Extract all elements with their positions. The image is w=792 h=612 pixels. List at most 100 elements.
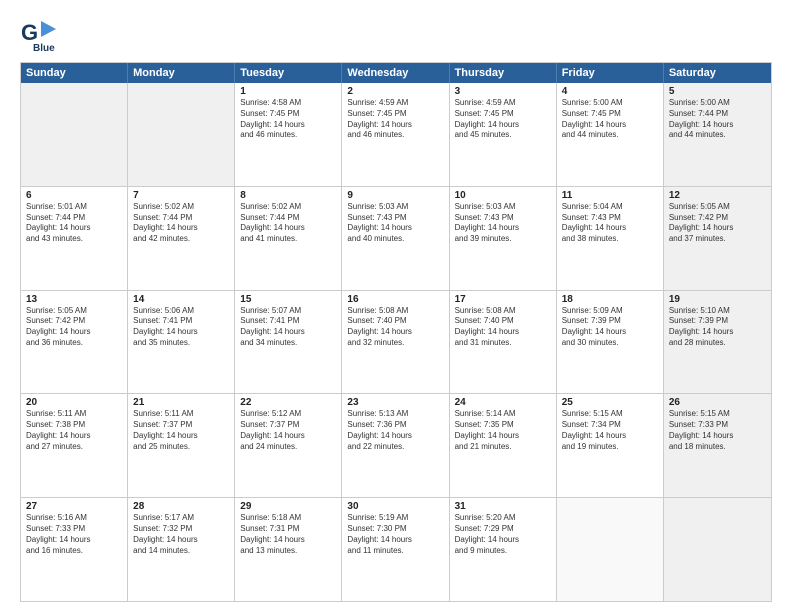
- svg-text:Blue: Blue: [33, 43, 55, 54]
- calendar-cell: [557, 498, 664, 601]
- calendar-cell: 7Sunrise: 5:02 AM Sunset: 7:44 PM Daylig…: [128, 187, 235, 290]
- calendar-row-0: 1Sunrise: 4:58 AM Sunset: 7:45 PM Daylig…: [21, 83, 771, 186]
- day-number: 24: [455, 397, 551, 408]
- calendar-row-2: 13Sunrise: 5:05 AM Sunset: 7:42 PM Dayli…: [21, 290, 771, 394]
- calendar-body: 1Sunrise: 4:58 AM Sunset: 7:45 PM Daylig…: [21, 83, 771, 601]
- calendar-cell: 8Sunrise: 5:02 AM Sunset: 7:44 PM Daylig…: [235, 187, 342, 290]
- day-number: 13: [26, 294, 122, 305]
- day-info: Sunrise: 5:08 AM Sunset: 7:40 PM Dayligh…: [455, 306, 551, 349]
- day-info: Sunrise: 5:05 AM Sunset: 7:42 PM Dayligh…: [26, 306, 122, 349]
- day-number: 10: [455, 190, 551, 201]
- calendar-cell: 18Sunrise: 5:09 AM Sunset: 7:39 PM Dayli…: [557, 291, 664, 394]
- day-info: Sunrise: 5:14 AM Sunset: 7:35 PM Dayligh…: [455, 409, 551, 452]
- header-day-tuesday: Tuesday: [235, 63, 342, 83]
- day-info: Sunrise: 5:20 AM Sunset: 7:29 PM Dayligh…: [455, 513, 551, 556]
- calendar-cell: 4Sunrise: 5:00 AM Sunset: 7:45 PM Daylig…: [557, 83, 664, 186]
- day-info: Sunrise: 4:59 AM Sunset: 7:45 PM Dayligh…: [347, 98, 443, 141]
- calendar-cell: 15Sunrise: 5:07 AM Sunset: 7:41 PM Dayli…: [235, 291, 342, 394]
- calendar-cell: [21, 83, 128, 186]
- calendar-cell: 29Sunrise: 5:18 AM Sunset: 7:31 PM Dayli…: [235, 498, 342, 601]
- day-number: 12: [669, 190, 766, 201]
- calendar-cell: 19Sunrise: 5:10 AM Sunset: 7:39 PM Dayli…: [664, 291, 771, 394]
- day-info: Sunrise: 5:00 AM Sunset: 7:44 PM Dayligh…: [669, 98, 766, 141]
- header-day-thursday: Thursday: [450, 63, 557, 83]
- day-number: 7: [133, 190, 229, 201]
- calendar-cell: 14Sunrise: 5:06 AM Sunset: 7:41 PM Dayli…: [128, 291, 235, 394]
- day-info: Sunrise: 5:03 AM Sunset: 7:43 PM Dayligh…: [347, 202, 443, 245]
- header-day-saturday: Saturday: [664, 63, 771, 83]
- day-info: Sunrise: 5:10 AM Sunset: 7:39 PM Dayligh…: [669, 306, 766, 349]
- day-info: Sunrise: 5:03 AM Sunset: 7:43 PM Dayligh…: [455, 202, 551, 245]
- day-info: Sunrise: 4:58 AM Sunset: 7:45 PM Dayligh…: [240, 98, 336, 141]
- day-number: 14: [133, 294, 229, 305]
- calendar-cell: 12Sunrise: 5:05 AM Sunset: 7:42 PM Dayli…: [664, 187, 771, 290]
- day-number: 5: [669, 86, 766, 97]
- day-number: 25: [562, 397, 658, 408]
- day-info: Sunrise: 5:08 AM Sunset: 7:40 PM Dayligh…: [347, 306, 443, 349]
- day-info: Sunrise: 5:04 AM Sunset: 7:43 PM Dayligh…: [562, 202, 658, 245]
- header-day-wednesday: Wednesday: [342, 63, 449, 83]
- calendar-cell: 2Sunrise: 4:59 AM Sunset: 7:45 PM Daylig…: [342, 83, 449, 186]
- logo: G Blue: [20, 16, 58, 54]
- day-number: 28: [133, 501, 229, 512]
- day-info: Sunrise: 5:15 AM Sunset: 7:33 PM Dayligh…: [669, 409, 766, 452]
- day-number: 3: [455, 86, 551, 97]
- svg-text:G: G: [21, 20, 38, 45]
- calendar-cell: 20Sunrise: 5:11 AM Sunset: 7:38 PM Dayli…: [21, 394, 128, 497]
- day-info: Sunrise: 5:18 AM Sunset: 7:31 PM Dayligh…: [240, 513, 336, 556]
- day-number: 8: [240, 190, 336, 201]
- calendar-header: SundayMondayTuesdayWednesdayThursdayFrid…: [21, 63, 771, 83]
- day-info: Sunrise: 5:13 AM Sunset: 7:36 PM Dayligh…: [347, 409, 443, 452]
- day-info: Sunrise: 5:06 AM Sunset: 7:41 PM Dayligh…: [133, 306, 229, 349]
- day-info: Sunrise: 5:02 AM Sunset: 7:44 PM Dayligh…: [133, 202, 229, 245]
- day-info: Sunrise: 5:05 AM Sunset: 7:42 PM Dayligh…: [669, 202, 766, 245]
- calendar-cell: 31Sunrise: 5:20 AM Sunset: 7:29 PM Dayli…: [450, 498, 557, 601]
- day-number: 6: [26, 190, 122, 201]
- day-number: 29: [240, 501, 336, 512]
- day-info: Sunrise: 5:09 AM Sunset: 7:39 PM Dayligh…: [562, 306, 658, 349]
- calendar-cell: 23Sunrise: 5:13 AM Sunset: 7:36 PM Dayli…: [342, 394, 449, 497]
- day-info: Sunrise: 5:16 AM Sunset: 7:33 PM Dayligh…: [26, 513, 122, 556]
- calendar-cell: 24Sunrise: 5:14 AM Sunset: 7:35 PM Dayli…: [450, 394, 557, 497]
- calendar-row-4: 27Sunrise: 5:16 AM Sunset: 7:33 PM Dayli…: [21, 497, 771, 601]
- calendar: SundayMondayTuesdayWednesdayThursdayFrid…: [20, 62, 772, 602]
- header-day-friday: Friday: [557, 63, 664, 83]
- calendar-cell: 13Sunrise: 5:05 AM Sunset: 7:42 PM Dayli…: [21, 291, 128, 394]
- calendar-cell: 27Sunrise: 5:16 AM Sunset: 7:33 PM Dayli…: [21, 498, 128, 601]
- day-number: 17: [455, 294, 551, 305]
- calendar-row-3: 20Sunrise: 5:11 AM Sunset: 7:38 PM Dayli…: [21, 393, 771, 497]
- day-number: 23: [347, 397, 443, 408]
- day-info: Sunrise: 5:15 AM Sunset: 7:34 PM Dayligh…: [562, 409, 658, 452]
- calendar-cell: 6Sunrise: 5:01 AM Sunset: 7:44 PM Daylig…: [21, 187, 128, 290]
- day-number: 9: [347, 190, 443, 201]
- calendar-cell: 25Sunrise: 5:15 AM Sunset: 7:34 PM Dayli…: [557, 394, 664, 497]
- day-number: 16: [347, 294, 443, 305]
- day-number: 30: [347, 501, 443, 512]
- calendar-cell: [664, 498, 771, 601]
- calendar-cell: 22Sunrise: 5:12 AM Sunset: 7:37 PM Dayli…: [235, 394, 342, 497]
- calendar-cell: 9Sunrise: 5:03 AM Sunset: 7:43 PM Daylig…: [342, 187, 449, 290]
- day-number: 20: [26, 397, 122, 408]
- calendar-cell: [128, 83, 235, 186]
- day-info: Sunrise: 5:07 AM Sunset: 7:41 PM Dayligh…: [240, 306, 336, 349]
- day-info: Sunrise: 5:00 AM Sunset: 7:45 PM Dayligh…: [562, 98, 658, 141]
- page-header: G Blue: [20, 16, 772, 54]
- day-info: Sunrise: 5:02 AM Sunset: 7:44 PM Dayligh…: [240, 202, 336, 245]
- day-number: 18: [562, 294, 658, 305]
- day-number: 21: [133, 397, 229, 408]
- calendar-cell: 16Sunrise: 5:08 AM Sunset: 7:40 PM Dayli…: [342, 291, 449, 394]
- day-number: 1: [240, 86, 336, 97]
- day-number: 27: [26, 501, 122, 512]
- day-info: Sunrise: 5:01 AM Sunset: 7:44 PM Dayligh…: [26, 202, 122, 245]
- day-number: 19: [669, 294, 766, 305]
- day-number: 26: [669, 397, 766, 408]
- calendar-cell: 30Sunrise: 5:19 AM Sunset: 7:30 PM Dayli…: [342, 498, 449, 601]
- calendar-cell: 26Sunrise: 5:15 AM Sunset: 7:33 PM Dayli…: [664, 394, 771, 497]
- calendar-cell: 3Sunrise: 4:59 AM Sunset: 7:45 PM Daylig…: [450, 83, 557, 186]
- day-info: Sunrise: 5:17 AM Sunset: 7:32 PM Dayligh…: [133, 513, 229, 556]
- logo-svg: G Blue: [20, 16, 58, 54]
- calendar-cell: 1Sunrise: 4:58 AM Sunset: 7:45 PM Daylig…: [235, 83, 342, 186]
- calendar-row-1: 6Sunrise: 5:01 AM Sunset: 7:44 PM Daylig…: [21, 186, 771, 290]
- day-info: Sunrise: 5:11 AM Sunset: 7:37 PM Dayligh…: [133, 409, 229, 452]
- day-number: 22: [240, 397, 336, 408]
